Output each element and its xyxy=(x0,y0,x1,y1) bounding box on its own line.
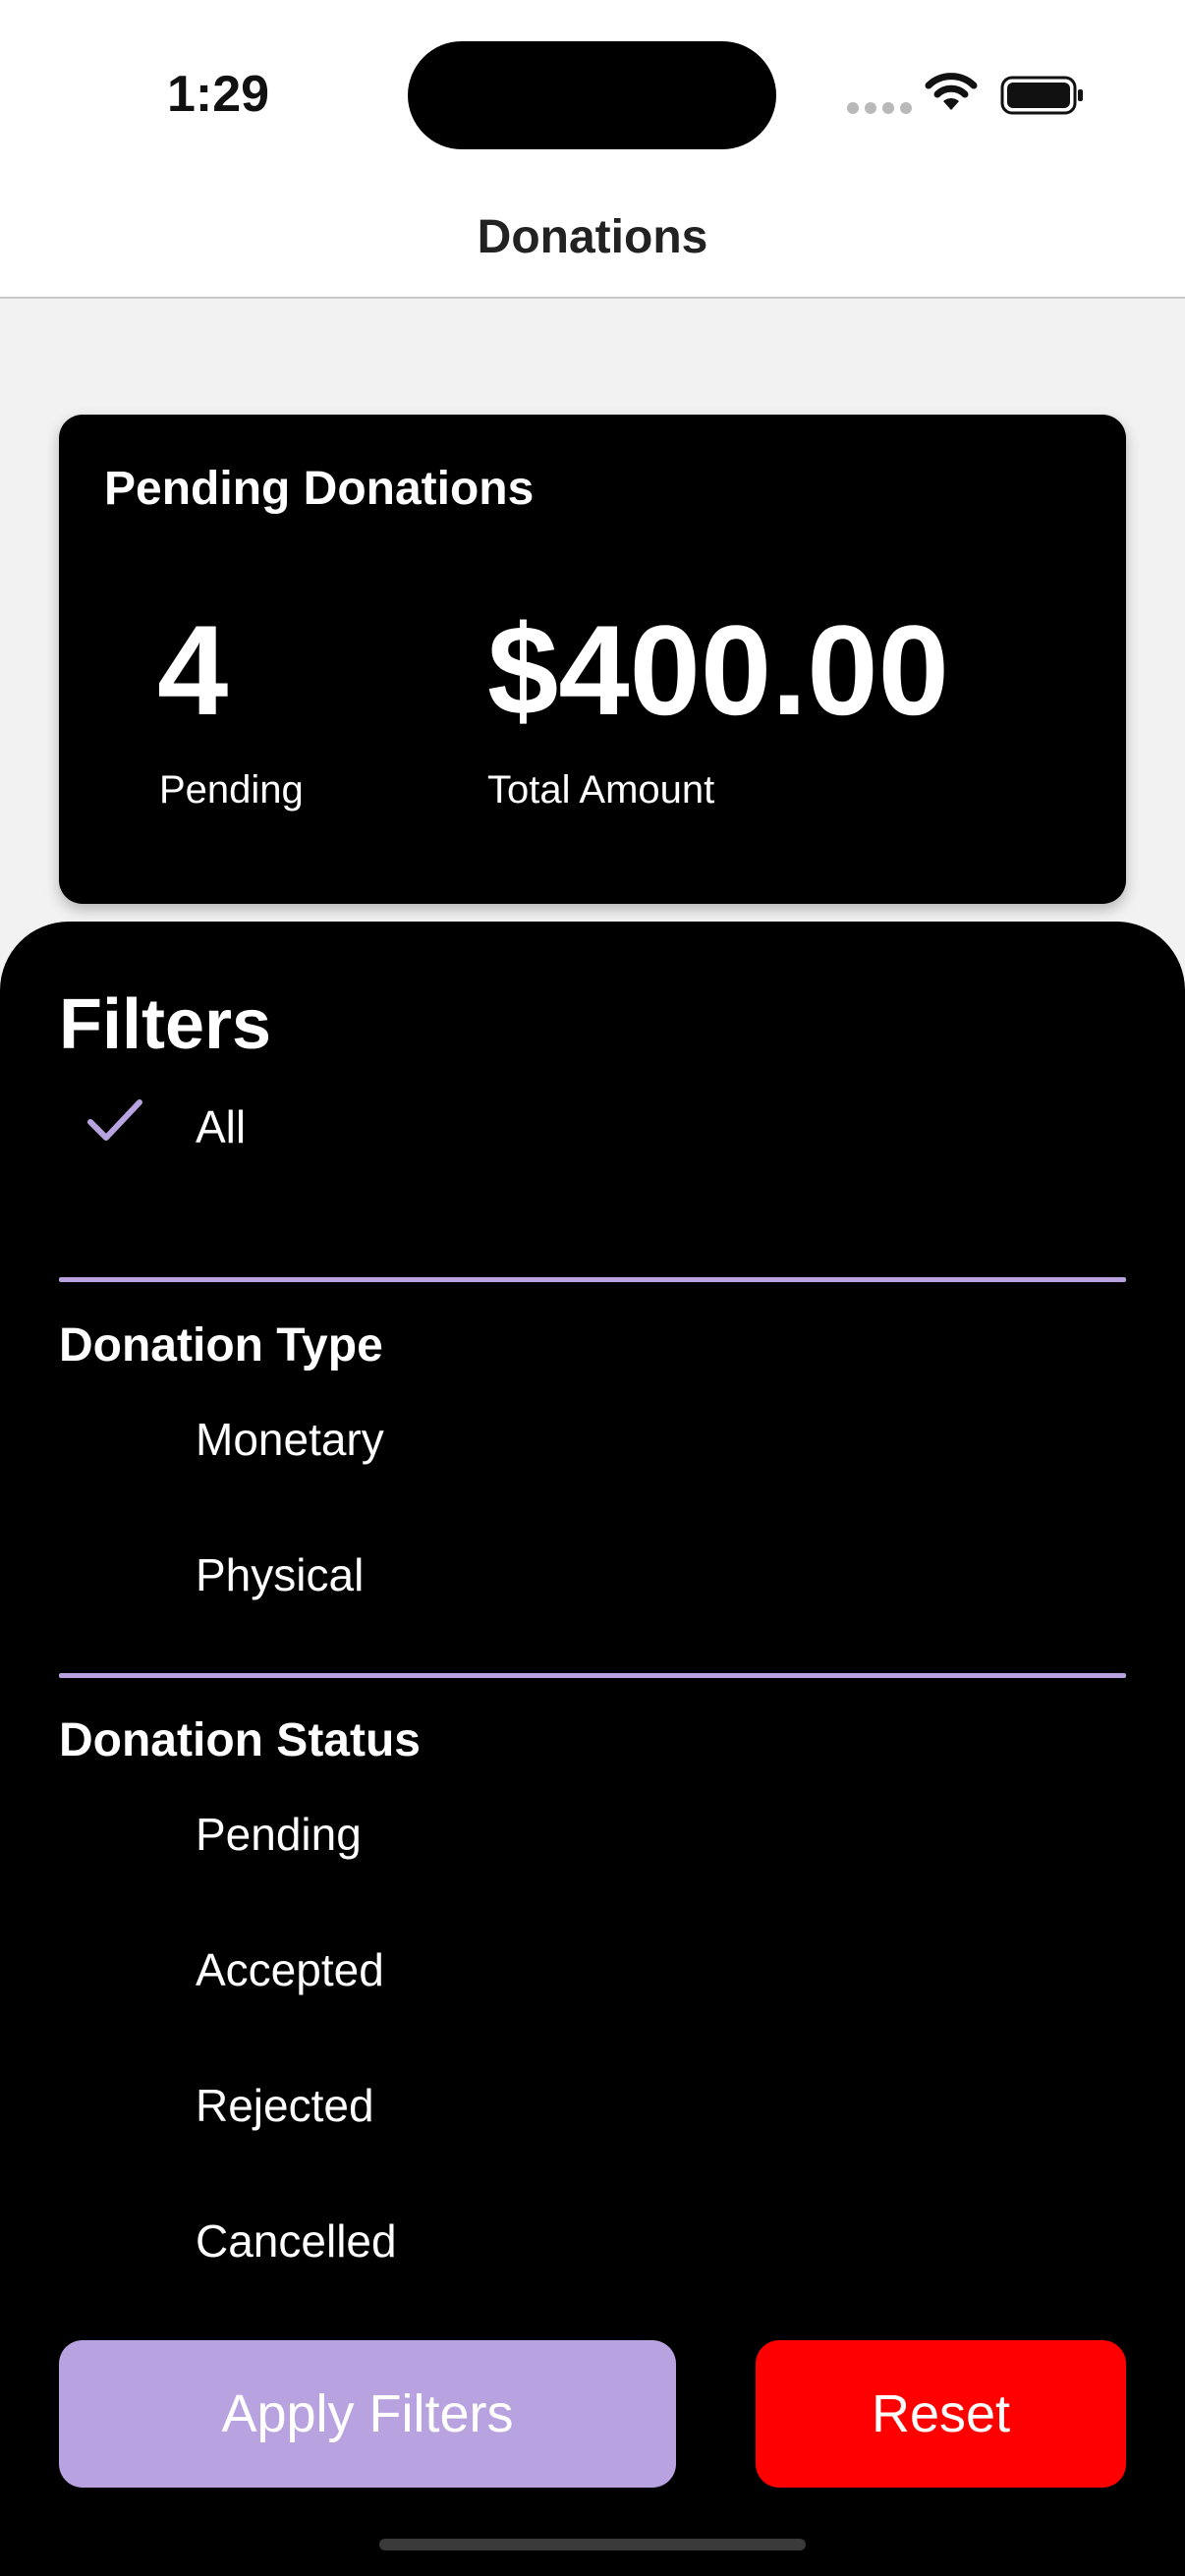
donation-status-header: Donation Status xyxy=(59,1714,421,1766)
pending-donations-card: Pending Donations 4 Pending $400.00 Tota… xyxy=(59,415,1126,904)
filter-option-label: Monetary xyxy=(196,1414,384,1465)
wifi-icon xyxy=(925,73,978,110)
filter-option-all[interactable]: All xyxy=(59,1061,1126,1169)
status-bar: 1:29 xyxy=(0,0,1185,177)
donation-type-header: Donation Type xyxy=(59,1319,383,1372)
pending-label: Pending xyxy=(159,768,304,812)
filter-option-label: Pending xyxy=(196,1809,362,1860)
signal-dots-icon xyxy=(847,102,912,114)
filter-option-label: Cancelled xyxy=(196,2215,397,2267)
filter-option-label: Rejected xyxy=(196,2080,374,2131)
divider xyxy=(59,1673,1126,1678)
checkmark-icon xyxy=(87,1099,142,1141)
filter-option-label: Physical xyxy=(196,1549,365,1600)
filter-option-rejected[interactable]: Rejected xyxy=(59,2040,1126,2148)
filter-option-label: All xyxy=(196,1101,247,1152)
filters-title: Filters xyxy=(59,985,272,1064)
reset-button[interactable]: Reset xyxy=(756,2340,1126,2488)
dynamic-island xyxy=(408,41,776,149)
filters-sheet: Filters All Donation Type Monetary Physi… xyxy=(0,922,1185,2576)
pending-count: 4 xyxy=(157,598,229,742)
apply-filters-button[interactable]: Apply Filters xyxy=(59,2340,676,2488)
filter-option-accepted[interactable]: Accepted xyxy=(59,1904,1126,2012)
filter-option-physical[interactable]: Physical xyxy=(59,1509,1126,1617)
total-amount-label: Total Amount xyxy=(487,768,715,812)
filter-option-label: Accepted xyxy=(196,1944,384,1995)
home-indicator[interactable] xyxy=(379,2539,806,2550)
filter-option-cancelled[interactable]: Cancelled xyxy=(59,2175,1126,2283)
total-amount: $400.00 xyxy=(487,598,949,742)
divider xyxy=(59,1277,1126,1282)
navigation-bar: Donations xyxy=(0,177,1185,299)
filter-option-pending[interactable]: Pending xyxy=(59,1768,1126,1876)
page-title: Donations xyxy=(477,211,708,263)
filter-option-monetary[interactable]: Monetary xyxy=(59,1373,1126,1482)
status-time: 1:29 xyxy=(167,66,270,123)
summary-title: Pending Donations xyxy=(104,463,535,515)
battery-icon xyxy=(1000,76,1083,115)
